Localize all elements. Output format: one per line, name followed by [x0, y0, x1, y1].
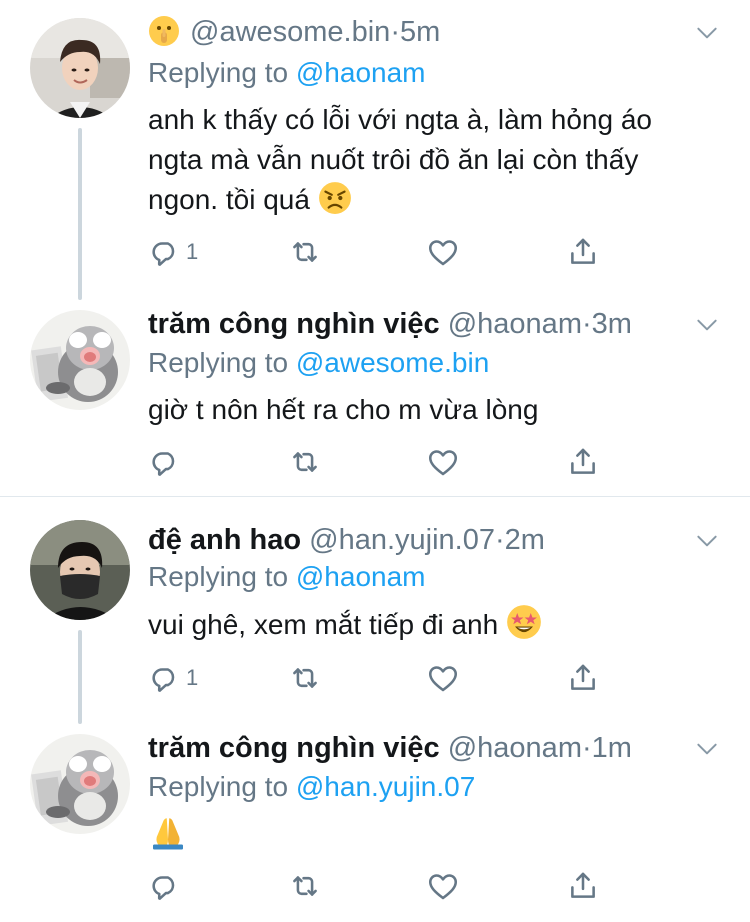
like-button[interactable] — [426, 866, 460, 906]
like-button[interactable] — [426, 232, 460, 272]
tweet-text-line: ngta mà vẫn nuốt trôi đồ ăn lại còn thấy — [148, 144, 639, 175]
reply-icon — [148, 869, 182, 903]
share-icon — [566, 445, 600, 479]
avatar[interactable] — [30, 520, 130, 620]
user-handle[interactable]: @han.yujin.07 — [309, 524, 495, 556]
timestamp[interactable]: 5m — [400, 16, 440, 48]
like-button[interactable] — [426, 658, 460, 698]
mention-link[interactable]: @han.yujin.07 — [296, 771, 475, 802]
tweet-text-line: anh k thấy có lỗi với ngta à, làm hỏng á… — [148, 104, 652, 135]
folded-hands-emoji — [148, 812, 188, 863]
share-icon — [566, 661, 600, 695]
thread-line — [78, 128, 82, 300]
heart-icon — [426, 661, 460, 695]
tweet-text-line — [148, 812, 188, 863]
heart-icon — [426, 235, 460, 269]
tweet-header: đệ anh hao @han.yujin.07·2m — [148, 520, 545, 560]
mention-link[interactable]: @haonam — [296, 57, 426, 88]
retweet-button[interactable] — [288, 658, 322, 698]
separator-dot: · — [581, 732, 592, 764]
star-struck-emoji — [506, 604, 542, 651]
share-button[interactable] — [566, 232, 600, 272]
retweet-icon — [288, 445, 322, 479]
share-button[interactable] — [566, 658, 600, 698]
tweet-text — [148, 812, 188, 863]
display-name[interactable]: trăm công nghìn việc — [148, 308, 440, 340]
timestamp[interactable]: 2m — [505, 524, 545, 556]
thread-line — [78, 630, 82, 724]
reply-icon — [148, 661, 182, 695]
heart-icon — [426, 445, 460, 479]
replying-prefix: Replying to — [148, 347, 289, 378]
mention-link[interactable]: @awesome.bin — [296, 347, 489, 378]
reply-icon — [148, 235, 182, 269]
tweet-text: vui ghê, xem mắt tiếp đi anh — [148, 604, 542, 651]
avatar[interactable] — [30, 18, 130, 118]
share-button[interactable] — [566, 866, 600, 906]
user-handle[interactable]: @haonam — [448, 308, 582, 340]
tweet-header: trăm công nghìn việc @haonam·3m — [148, 304, 632, 344]
share-icon — [566, 869, 600, 903]
tweet-actions: 1 — [148, 232, 618, 272]
shushing-face-emoji — [148, 15, 180, 58]
tweet-actions — [148, 442, 618, 482]
reply-count: 1 — [186, 665, 199, 690]
display-name[interactable]: trăm công nghìn việc — [148, 732, 440, 764]
tweet-header: trăm công nghìn việc @haonam·1m — [148, 728, 632, 768]
tweet-text-line: giờ t nôn hết ra cho m vừa lòng — [148, 394, 539, 425]
separator-dot: · — [390, 16, 400, 48]
display-name[interactable]: đệ anh hao — [148, 524, 301, 556]
replying-to: Replying to @haonam — [148, 558, 425, 596]
timestamp[interactable]: 1m — [592, 732, 632, 764]
user-handle[interactable]: @awesome.bin — [190, 16, 390, 48]
chevron-down-icon[interactable] — [694, 20, 720, 46]
share-icon — [566, 235, 600, 269]
retweet-icon — [288, 661, 322, 695]
reply-count: 1 — [186, 239, 199, 264]
chevron-down-icon[interactable] — [694, 312, 720, 338]
like-button[interactable] — [426, 442, 460, 482]
divider — [0, 496, 750, 497]
reply-button[interactable]: 1 — [148, 658, 198, 698]
tweet-actions: 1 — [148, 658, 618, 698]
avatar[interactable] — [30, 734, 130, 834]
timestamp[interactable]: 3m — [592, 308, 632, 340]
retweet-icon — [288, 869, 322, 903]
chevron-down-icon[interactable] — [694, 528, 720, 554]
replying-prefix: Replying to — [148, 561, 289, 592]
mention-link[interactable]: @haonam — [296, 561, 426, 592]
share-button[interactable] — [566, 442, 600, 482]
retweet-icon — [288, 235, 322, 269]
separator-dot: · — [581, 308, 592, 340]
retweet-button[interactable] — [288, 442, 322, 482]
tweet-text: giờ t nôn hết ra cho m vừa lòng — [148, 390, 538, 430]
angry-face-emoji — [318, 181, 352, 226]
tweet-text-line: vui ghê, xem mắt tiếp đi anh — [148, 604, 542, 651]
reply-button[interactable] — [148, 866, 186, 906]
reply-button[interactable]: 1 — [148, 232, 198, 272]
heart-icon — [426, 869, 460, 903]
replying-to: Replying to @han.yujin.07 — [148, 768, 475, 806]
tweet-text-line: ngon. tồi quá — [148, 180, 652, 226]
tweet-header: @awesome.bin·5m — [148, 12, 440, 52]
retweet-button[interactable] — [288, 232, 322, 272]
reply-icon — [148, 445, 182, 479]
user-handle[interactable]: @haonam — [448, 732, 582, 764]
replying-prefix: Replying to — [148, 771, 289, 802]
replying-to: Replying to @awesome.bin — [148, 344, 489, 382]
replying-to: Replying to @haonam — [148, 54, 425, 92]
avatar[interactable] — [30, 310, 130, 410]
replying-prefix: Replying to — [148, 57, 289, 88]
tweet-text: anh k thấy có lỗi với ngta à, làm hỏng á… — [148, 100, 652, 226]
tweet-actions — [148, 866, 618, 906]
reply-button[interactable] — [148, 442, 186, 482]
chevron-down-icon[interactable] — [694, 736, 720, 762]
retweet-button[interactable] — [288, 866, 322, 906]
separator-dot: · — [494, 524, 505, 556]
